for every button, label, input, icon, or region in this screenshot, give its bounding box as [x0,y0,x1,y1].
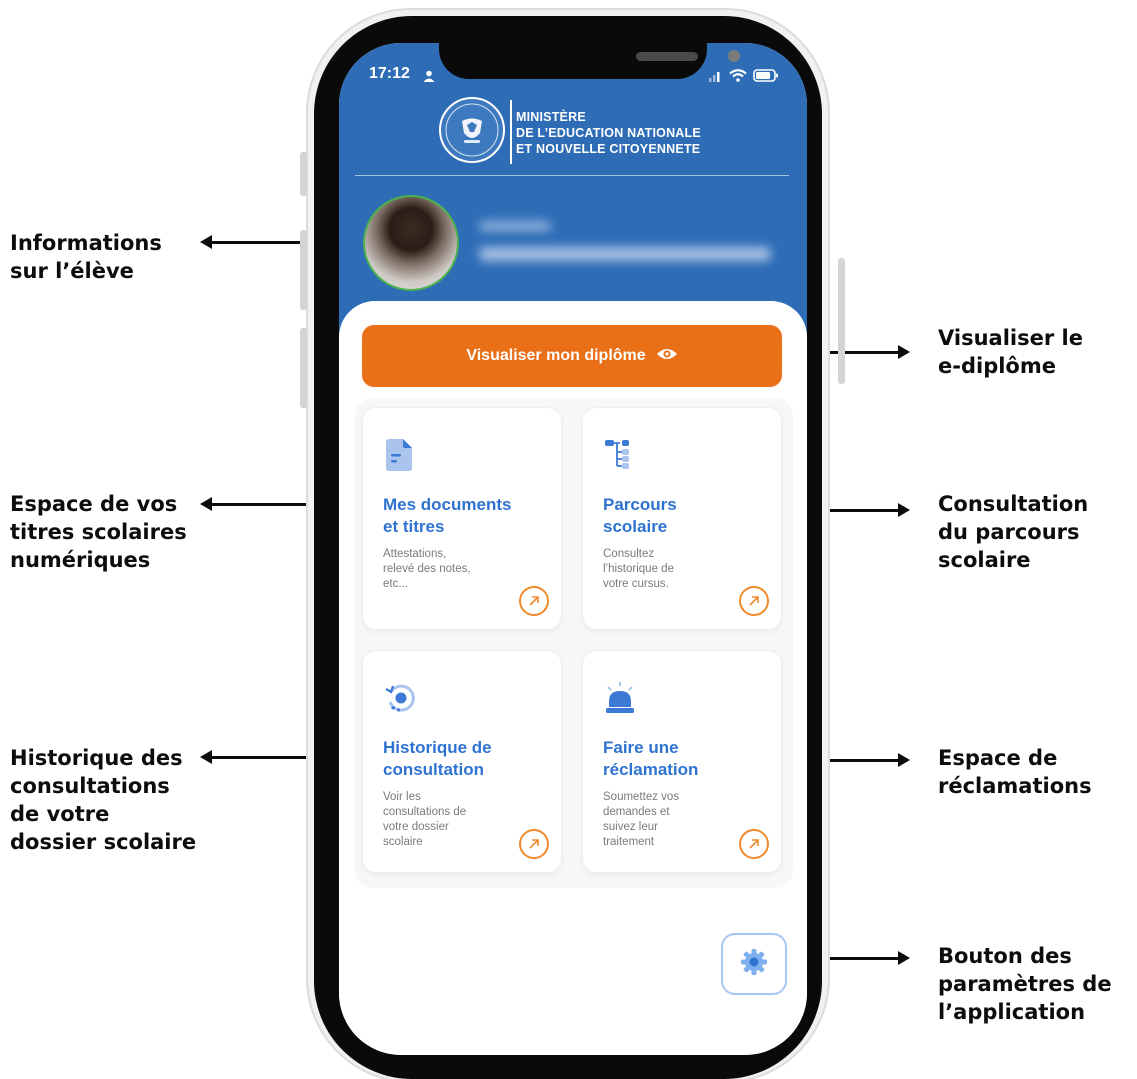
annotation-student-info: Informations sur l’élève [10,231,162,283]
tile-complaint[interactable]: Faire une réclamation Soumettez vos dema… [582,650,782,873]
header-background [339,43,807,343]
ministry-line-1: MINISTÈRE [516,110,586,124]
student-name-blurred [479,247,771,261]
person-icon [423,67,435,86]
annotation-settings-button: Bouton des paramètres de l’application [938,944,1112,1024]
tile-complaint-description: Soumettez vos demandes et suivez leur tr… [603,791,680,848]
wifi-icon [729,67,747,86]
phone-volume-down [300,328,307,408]
tile-school-path-description: Consultez l’historique de votre cursus. [603,548,674,590]
tile-documents-title: Mes documents et titres [383,495,512,536]
tile-consultation-history-title: Historique de consultation [383,738,492,779]
settings-button[interactable] [721,933,787,995]
tile-documents[interactable]: Mes documents et titres Attestations, re… [362,407,562,630]
ministry-title: MINISTÈRE DE L’EDUCATION NATIONALE ET NO… [516,109,701,157]
document-icon [383,438,415,476]
tile-consultation-history-description: Voir les consultations de votre dossier … [383,791,467,848]
student-label-blurred [479,221,551,231]
tile-school-path-title: Parcours scolaire [603,495,677,536]
tile-documents-description: Attestations, relevé des notes, etc... [383,548,471,590]
phone-silent-switch [300,152,307,196]
signal-icon [709,67,723,86]
ministry-line-3: ET NOUVELLE CITOYENNETE [516,142,701,156]
phone-camera [728,50,740,62]
annotation-view-diploma: Visualiser le e-diplôme [938,326,1083,378]
tile-complaint-title: Faire une réclamation [603,738,699,779]
eye-icon [656,347,678,366]
phone-power-button [838,258,845,384]
annotation-complaints-space: Espace de réclamations [938,746,1092,798]
tree-path-icon [603,438,633,476]
status-indicators [709,67,779,86]
phone-volume-up [300,230,307,310]
arrow-up-right-icon [739,829,769,859]
app-screen: 17:12 MINISTÈRE DE L’EDUCATION NATIONALE… [339,43,807,1055]
annotation-consultation-history: Historique des consultations de votre do… [10,746,197,854]
battery-icon [753,67,779,86]
view-diploma-button[interactable]: Visualiser mon diplôme [362,325,782,387]
status-time: 17:12 [369,65,410,82]
coat-of-arms-logo [439,97,505,163]
header-divider [510,100,512,164]
tile-consultation-history[interactable]: Historique de consultation Voir les cons… [362,650,562,873]
history-icon [383,681,417,719]
annotation-school-path: Consultation du parcours scolaire [938,492,1089,572]
arrow-up-right-icon [739,586,769,616]
annotation-documents-space: Espace de vos titres scolaires numérique… [10,492,187,572]
view-diploma-label: Visualiser mon diplôme [466,347,646,364]
gear-icon [740,948,768,980]
phone-speaker [636,52,698,61]
ministry-line-2: DE L’EDUCATION NATIONALE [516,126,701,140]
header-rule [355,175,789,176]
phone-notch [439,43,740,79]
alarm-icon [603,681,637,719]
tile-school-path[interactable]: Parcours scolaire Consultez l’historique… [582,407,782,630]
arrow-up-right-icon [519,586,549,616]
arrow-up-right-icon [519,829,549,859]
student-avatar [363,195,459,291]
